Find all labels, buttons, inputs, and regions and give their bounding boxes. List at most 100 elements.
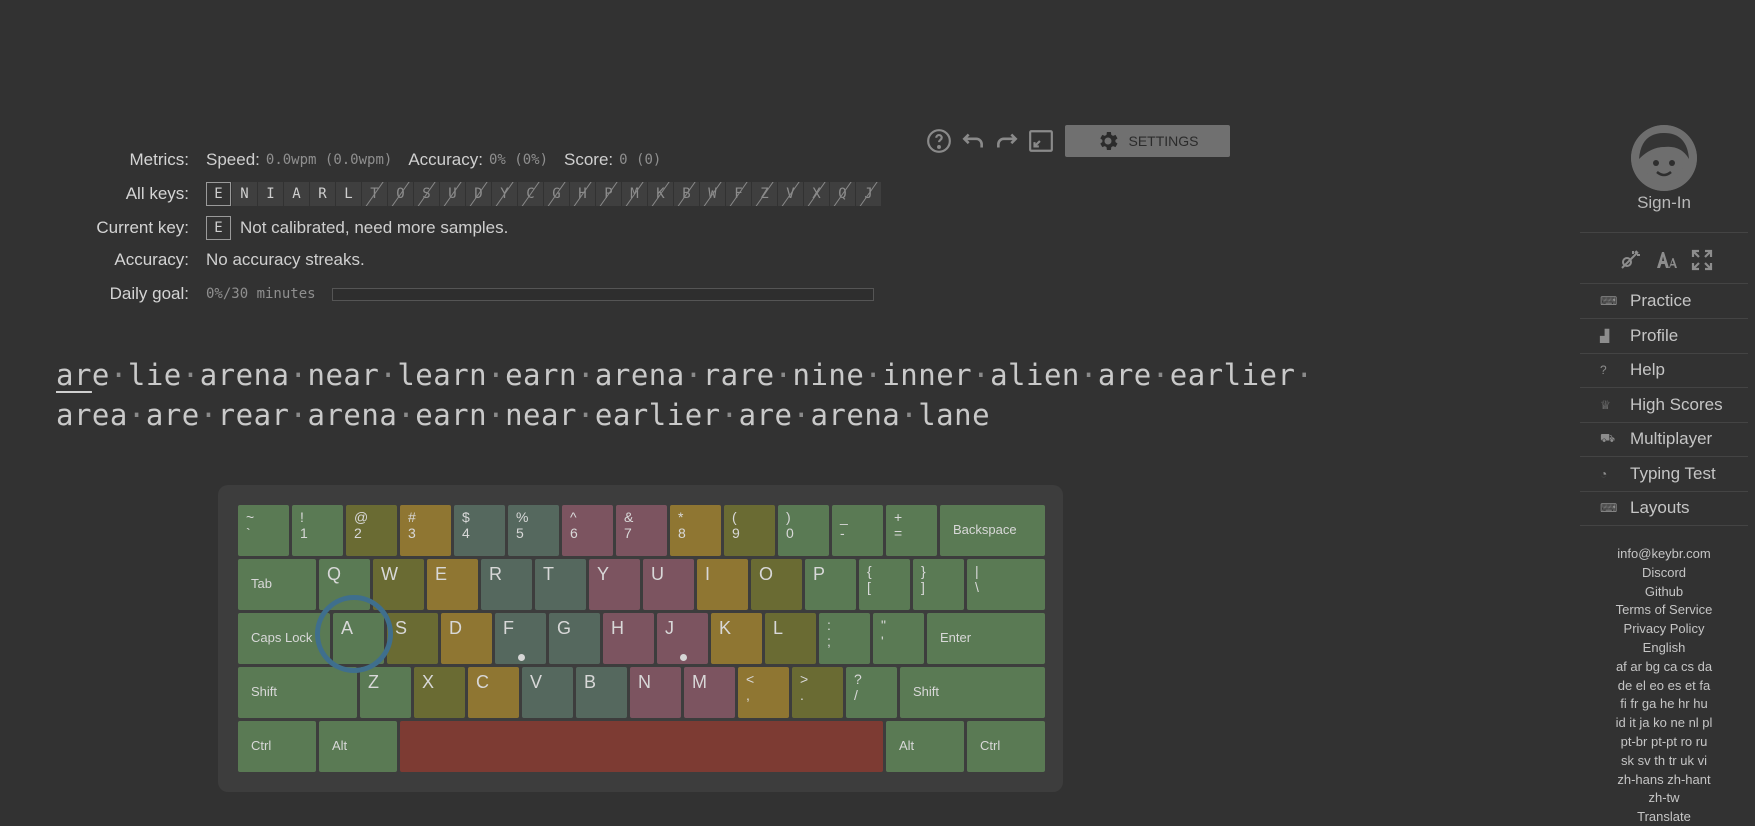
key-t[interactable]: T xyxy=(535,559,586,610)
score-value-secondary: 0 xyxy=(644,152,653,168)
key-alt-right[interactable]: Alt xyxy=(886,721,964,772)
sidebar-item-layouts[interactable]: ⌨ Layouts xyxy=(1600,491,1690,525)
key--[interactable]: _ - xyxy=(832,505,883,556)
footer-link[interactable]: id it ja ko ne nl pl xyxy=(1580,713,1748,732)
key-u[interactable]: U xyxy=(643,559,694,610)
key-l[interactable]: L xyxy=(765,613,816,664)
settings-button[interactable]: SETTINGS xyxy=(1065,125,1230,157)
space-marker: · xyxy=(181,358,200,392)
key-z[interactable]: Z xyxy=(360,667,411,718)
footer-link[interactable]: de el eo es et fa xyxy=(1580,676,1748,695)
key-enter[interactable]: Enter xyxy=(927,613,1045,664)
key-chip-n: N xyxy=(232,182,257,206)
key-a[interactable]: A xyxy=(333,613,384,664)
footer-link[interactable]: Discord xyxy=(1580,563,1748,582)
key-s[interactable]: S xyxy=(387,613,438,664)
key-e[interactable]: E xyxy=(427,559,478,610)
key-shift-right[interactable]: Shift xyxy=(900,667,1045,718)
key-2[interactable]: @2 xyxy=(346,505,397,556)
key-p[interactable]: P xyxy=(805,559,856,610)
footer-link[interactable]: sk sv th tr uk vi xyxy=(1580,751,1748,770)
key-backslash[interactable]: | \ xyxy=(967,559,1045,610)
footer-link[interactable]: pt-br pt-pt ro ru xyxy=(1580,732,1748,751)
fullscreen-icon[interactable] xyxy=(1027,127,1055,155)
key-o[interactable]: O xyxy=(751,559,802,610)
footer-link[interactable]: fi fr ga he hr hu xyxy=(1580,694,1748,713)
key-8[interactable]: * 8 xyxy=(670,505,721,556)
key-space[interactable] xyxy=(400,721,883,772)
key-6[interactable]: ^ 6 xyxy=(562,505,613,556)
key-f[interactable]: F xyxy=(495,613,546,664)
expand-icon[interactable] xyxy=(1689,247,1715,273)
key-i[interactable]: I xyxy=(697,559,748,610)
key-period[interactable]: >. xyxy=(792,667,843,718)
key-3[interactable]: #3 xyxy=(400,505,451,556)
key-slash[interactable]: ? / xyxy=(846,667,897,718)
key-v[interactable]: V xyxy=(522,667,573,718)
key-7[interactable]: & 7 xyxy=(616,505,667,556)
key-d[interactable]: D xyxy=(441,613,492,664)
key-ctrl-left[interactable]: Ctrl xyxy=(238,721,316,772)
sidebar-item-practice[interactable]: ⌨ Practice xyxy=(1600,284,1691,318)
key-b[interactable]: B xyxy=(576,667,627,718)
key-y[interactable]: Y xyxy=(589,559,640,610)
key-m[interactable]: M xyxy=(684,667,735,718)
key-backspace[interactable]: Backspace xyxy=(940,505,1045,556)
sidebar-item-label: High Scores xyxy=(1630,394,1723,414)
key-tab[interactable]: Tab xyxy=(238,559,316,610)
font-size-icon[interactable] xyxy=(1653,247,1679,273)
key-x[interactable]: X xyxy=(414,667,465,718)
key-semicolon[interactable]: :; xyxy=(819,613,870,664)
key-9[interactable]: (9 xyxy=(724,505,775,556)
key-4[interactable]: $4 xyxy=(454,505,505,556)
undo-icon[interactable] xyxy=(959,127,987,155)
key-=[interactable]: + = xyxy=(886,505,937,556)
accuracy-label: Accuracy: xyxy=(408,150,483,169)
key-c[interactable]: C xyxy=(468,667,519,718)
sidebar-item-typing-test[interactable]: ◔ Typing Test xyxy=(1600,457,1716,491)
footer-link[interactable]: English xyxy=(1580,638,1748,657)
key-quote[interactable]: " ' xyxy=(873,613,924,664)
key-1[interactable]: ! 1 xyxy=(292,505,343,556)
key-shift-label: : xyxy=(827,617,831,633)
key-ctrl-right[interactable]: Ctrl xyxy=(967,721,1045,772)
key-alt-left[interactable]: Alt xyxy=(319,721,397,772)
footer-link[interactable]: zh-tw xyxy=(1580,788,1748,807)
key-caps-lock[interactable]: Caps Lock xyxy=(238,613,330,664)
key-h[interactable]: H xyxy=(603,613,654,664)
key-label: T xyxy=(543,564,554,584)
key-][interactable]: }] xyxy=(913,559,964,610)
redo-icon[interactable] xyxy=(993,127,1021,155)
sidebar-item-profile[interactable]: ▟ Profile xyxy=(1600,319,1678,353)
footer-link[interactable]: Privacy Policy xyxy=(1580,619,1748,638)
key-r[interactable]: R xyxy=(481,559,532,610)
key-w[interactable]: W xyxy=(373,559,424,610)
key-shift-left[interactable]: Shift xyxy=(238,667,357,718)
key-0[interactable]: ) 0 xyxy=(778,505,829,556)
sidebar-item-help[interactable]: ? Help xyxy=(1600,353,1665,387)
help-icon[interactable] xyxy=(925,127,953,155)
footer-link[interactable]: Translate xyxy=(1580,807,1748,826)
key-n[interactable]: N xyxy=(630,667,681,718)
theme-toggle-icon[interactable] xyxy=(1617,247,1643,273)
sign-in-link[interactable]: Sign-In xyxy=(1580,193,1748,213)
keyboard-icon: ⌨ xyxy=(1600,294,1618,308)
key-j[interactable]: J xyxy=(657,613,708,664)
footer-link[interactable]: info@keybr.com xyxy=(1580,544,1748,563)
key-label: 7 xyxy=(624,525,632,541)
key-q[interactable]: Q xyxy=(319,559,370,610)
footer-link[interactable]: Terms of Service xyxy=(1580,600,1748,619)
footer-link[interactable]: Github xyxy=(1580,582,1748,601)
sidebar-item-high-scores[interactable]: ♕ High Scores xyxy=(1600,388,1723,422)
footer-link[interactable]: af ar bg ca cs da xyxy=(1580,657,1748,676)
key-g[interactable]: G xyxy=(549,613,600,664)
key-comma[interactable]: <, xyxy=(738,667,789,718)
key-`[interactable]: ~ ` xyxy=(238,505,289,556)
sidebar-item-label: Practice xyxy=(1630,291,1692,310)
avatar[interactable] xyxy=(1631,125,1697,191)
footer-link[interactable]: zh-hans zh-hant xyxy=(1580,770,1748,789)
key-5[interactable]: % 5 xyxy=(508,505,559,556)
sidebar-item-multiplayer[interactable]: ⛟ Multiplayer xyxy=(1600,422,1712,456)
key-k[interactable]: K xyxy=(711,613,762,664)
key-[[interactable]: {[ xyxy=(859,559,910,610)
